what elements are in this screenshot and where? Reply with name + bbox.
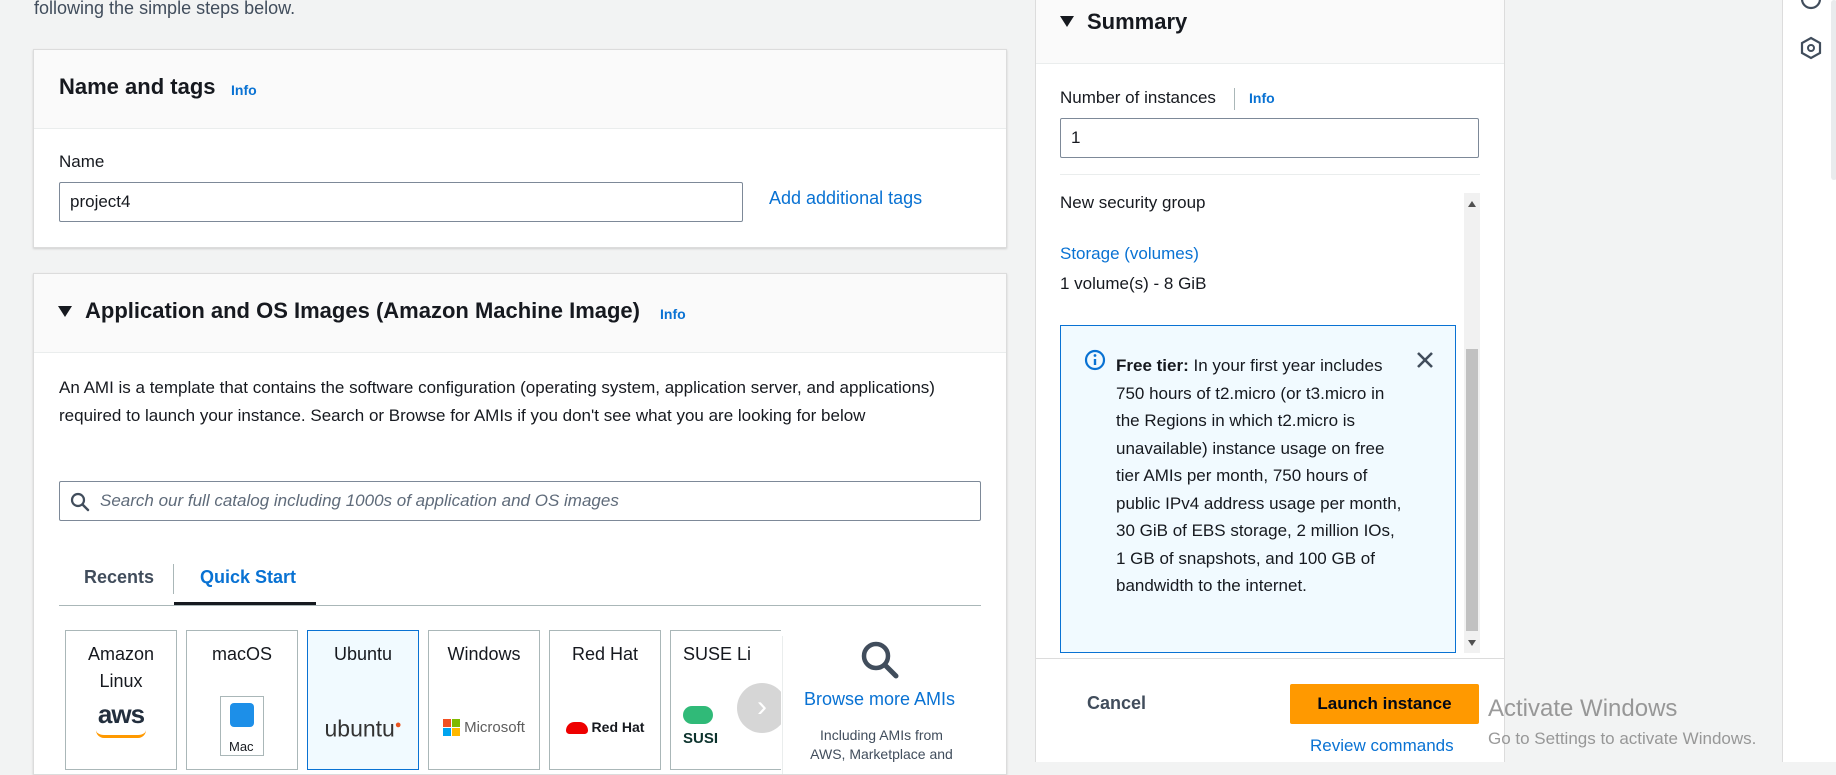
free-tier-text: In your first year includes 750 hours of… xyxy=(1116,356,1402,595)
tile-ubuntu-label: Ubuntu xyxy=(333,644,393,664)
free-tier-message: Free tier: In your first year includes 7… xyxy=(1116,352,1402,600)
close-icon[interactable] xyxy=(1416,351,1434,369)
name-tags-info-link[interactable]: Info xyxy=(231,82,257,98)
ami-tabs: Recents Quick Start xyxy=(59,550,981,606)
tile-windows[interactable]: Windows Microsoft xyxy=(428,630,540,770)
storage-volumes-value: 1 volume(s) - 8 GiB xyxy=(1060,274,1207,293)
ami-search-input[interactable]: Search our full catalog including 1000s … xyxy=(59,481,981,521)
summary-header: Summary xyxy=(1036,0,1504,64)
browse-more-amis-link[interactable]: Browse more AMIs xyxy=(804,689,955,710)
red-hat-logo-icon: Red Hat xyxy=(550,714,660,741)
activate-windows-subtitle: Go to Settings to activate Windows. xyxy=(1488,729,1757,748)
tile-red-hat[interactable]: Red Hat Red Hat xyxy=(549,630,661,770)
ami-title: Application and OS Images (Amazon Machin… xyxy=(85,298,640,323)
free-tier-alert: Free tier: In your first year includes 7… xyxy=(1060,325,1456,653)
microsoft-logo-icon: Microsoft xyxy=(429,714,539,741)
name-label: Name xyxy=(59,152,105,171)
scroll-down-arrow-icon[interactable] xyxy=(1468,640,1476,646)
free-tier-bold: Free tier: xyxy=(1116,356,1189,375)
security-group-text: New security group xyxy=(1060,193,1206,212)
chevron-right-icon: › xyxy=(757,690,767,723)
tile-macos-label: macOS xyxy=(211,644,272,664)
tile-windows-label: Windows xyxy=(447,644,521,664)
instances-input-value: 1 xyxy=(1071,128,1081,147)
name-tags-header: Name and tags Info xyxy=(34,50,1006,129)
tab-quick-start[interactable]: Quick Start xyxy=(200,567,296,588)
tile-red-hat-label: Red Hat xyxy=(571,644,639,664)
right-utility-rail xyxy=(1782,0,1836,762)
scrollbar-thumb[interactable] xyxy=(1466,349,1478,631)
name-tags-panel: Name and tags Info Name project4 Add add… xyxy=(33,49,1007,248)
instances-label: Number of instances xyxy=(1060,88,1216,107)
add-tags-link[interactable]: Add additional tags xyxy=(769,188,922,209)
browse-more-subtext: Including AMIs from AWS, Marketplace and xyxy=(810,727,953,762)
activate-windows-title: Activate Windows xyxy=(1488,695,1678,722)
ami-info-link[interactable]: Info xyxy=(660,306,686,322)
instances-label-divider xyxy=(1234,88,1235,110)
name-tags-title: Name and tags xyxy=(59,74,216,99)
summary-divider xyxy=(1060,174,1480,175)
ami-tiles: Amazon Linux aws macOS Mac Ubuntu ubuntu… xyxy=(65,630,781,774)
name-input-value: project4 xyxy=(70,192,131,211)
storage-volumes-link[interactable]: Storage (volumes) xyxy=(1060,244,1199,264)
summary-scrollbar[interactable] xyxy=(1464,193,1480,653)
tab-recents[interactable]: Recents xyxy=(84,567,154,588)
summary-details-scroll: New security group Storage (volumes) 1 v… xyxy=(1060,193,1480,653)
tab-divider xyxy=(173,564,174,594)
summary-footer-divider xyxy=(1036,658,1504,659)
name-input[interactable]: project4 xyxy=(59,182,743,222)
review-commands-link[interactable]: Review commands xyxy=(1310,736,1454,756)
ami-description: An AMI is a template that contains the s… xyxy=(59,378,935,425)
ami-header: Application and OS Images (Amazon Machin… xyxy=(34,274,1006,353)
collapse-caret-icon[interactable] xyxy=(58,306,72,317)
hexagon-settings-icon[interactable] xyxy=(1800,36,1822,60)
aws-logo-icon: aws xyxy=(66,701,176,738)
tile-macos[interactable]: macOS Mac xyxy=(186,630,298,770)
intro-text: following the simple steps below. xyxy=(34,0,296,18)
browse-search-icon xyxy=(861,641,899,679)
mac-logo-icon: Mac xyxy=(220,696,264,756)
ami-panel: Application and OS Images (Amazon Machin… xyxy=(33,273,1007,775)
tab-active-underline xyxy=(174,602,316,605)
search-icon xyxy=(70,492,90,512)
scroll-up-arrow-icon[interactable] xyxy=(1468,201,1476,207)
tile-amazon-linux[interactable]: Amazon Linux aws xyxy=(65,630,177,770)
summary-caret-icon[interactable] xyxy=(1060,16,1074,27)
tile-ubuntu[interactable]: Ubuntu ubuntu● xyxy=(307,630,419,770)
tile-amazon-linux-label: Amazon Linux xyxy=(87,644,155,691)
help-circle-icon[interactable] xyxy=(1800,0,1822,10)
rail-scrollbar[interactable] xyxy=(1831,0,1836,180)
search-placeholder: Search our full catalog including 1000s … xyxy=(100,491,619,510)
browse-more-divider xyxy=(782,636,783,774)
cancel-button[interactable]: Cancel xyxy=(1087,693,1146,714)
instances-input[interactable]: 1 xyxy=(1060,118,1479,158)
summary-title: Summary xyxy=(1087,9,1188,34)
launch-instance-button[interactable]: Launch instance xyxy=(1290,684,1479,724)
ubuntu-logo-icon: ubuntu● xyxy=(324,715,402,742)
summary-panel: Summary Number of instances Info 1 New s… xyxy=(1035,0,1505,762)
tiles-next-button[interactable]: › xyxy=(737,683,781,733)
instances-info-link[interactable]: Info xyxy=(1249,90,1275,106)
tile-suse-label: SUSE Li xyxy=(683,644,752,664)
info-circle-icon xyxy=(1084,349,1106,371)
